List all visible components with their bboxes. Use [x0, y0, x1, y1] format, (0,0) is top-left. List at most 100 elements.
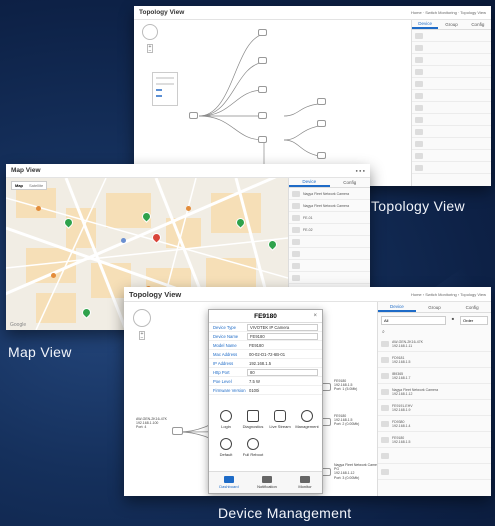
- caption-map-view: Map View: [8, 344, 72, 360]
- topology-small-device-list: [412, 30, 491, 174]
- device-name-field[interactable]: FE9180: [247, 332, 318, 340]
- list-item[interactable]: [412, 114, 491, 126]
- list-item[interactable]: FE9180 192.168.1.5: [378, 432, 491, 448]
- http-port-field[interactable]: 80: [247, 368, 318, 376]
- list-item[interactable]: AW-GEN-2K16-47K 192.168.1.11: [378, 336, 491, 352]
- list-item[interactable]: [412, 150, 491, 162]
- topology-small-root-node[interactable]: [189, 112, 198, 119]
- default-button[interactable]: Default: [213, 438, 239, 457]
- list-item[interactable]: FD9380 192.168.1.4: [378, 416, 491, 432]
- list-item[interactable]: Nagya Fleet Network Camera 192.168.1.12: [378, 384, 491, 400]
- topology-small-breadcrumb: Home · Switch Monitoring · Topology View: [411, 10, 486, 15]
- map-button[interactable]: Map: [12, 182, 26, 189]
- device-type-select[interactable]: VIVOTEK IP Camera: [247, 323, 318, 331]
- firmware-version-value: 0100i: [249, 387, 260, 393]
- tab-group[interactable]: Group: [416, 302, 454, 312]
- list-item[interactable]: [412, 78, 491, 90]
- topology-small-tabs: Device Group Config: [412, 20, 491, 30]
- field-label: Poe Level: [213, 378, 232, 384]
- gear-icon: [301, 410, 313, 422]
- live-stream-button[interactable]: Live Stream: [267, 410, 293, 429]
- list-item[interactable]: Nagya Fleet Network Camera: [289, 200, 370, 212]
- topology-small-node[interactable]: [258, 112, 267, 119]
- topology-small-node[interactable]: [317, 120, 326, 127]
- notification-icon: [262, 476, 272, 483]
- list-item[interactable]: [412, 66, 491, 78]
- tab-config[interactable]: Config: [465, 20, 491, 29]
- field-label: Device Type: [213, 324, 236, 330]
- topology-main-device-list: AW-GEN-2K16-47K 192.168.1.11 FD9181 192.16…: [378, 336, 491, 480]
- sort-select[interactable]: Order: [460, 316, 488, 325]
- full-reboot-button[interactable]: Full Reboot: [240, 438, 266, 457]
- login-icon: [220, 410, 232, 422]
- login-button[interactable]: Login: [213, 410, 239, 429]
- list-item[interactable]: [289, 236, 370, 248]
- list-item[interactable]: [412, 102, 491, 114]
- tools-icon: [247, 410, 259, 422]
- list-item[interactable]: [412, 138, 491, 150]
- tab-config[interactable]: Config: [330, 178, 371, 187]
- node-label: Nagya Fleet Network Camera PG 192.168.1.…: [334, 463, 381, 480]
- field-label: Mac Address: [213, 351, 238, 357]
- topology-small-node[interactable]: [258, 29, 267, 36]
- field-label: Http Port: [213, 369, 230, 375]
- poi-icon: [186, 206, 191, 211]
- list-item[interactable]: [289, 248, 370, 260]
- list-item[interactable]: FD9181 192.168.1.5: [378, 352, 491, 368]
- list-item[interactable]: [412, 42, 491, 54]
- map-title: Map View: [11, 167, 41, 174]
- power-icon: [247, 438, 259, 450]
- device-detail-modal: FE9180 × Device Type VIVOTEK IP Camera De…: [208, 309, 323, 494]
- list-item[interactable]: [289, 272, 370, 284]
- field-label: Firmware Version: [213, 387, 246, 393]
- list-item[interactable]: [412, 30, 491, 42]
- list-item[interactable]: [412, 54, 491, 66]
- topology-small-node[interactable]: [258, 136, 267, 143]
- management-button[interactable]: Management: [294, 410, 320, 429]
- topology-small-title: Topology View: [139, 9, 185, 16]
- list-item[interactable]: [378, 448, 491, 464]
- tab-device[interactable]: Device: [412, 20, 439, 29]
- search-icon[interactable]: ⌕: [378, 328, 491, 336]
- topology-small-node[interactable]: [258, 57, 267, 64]
- caption-topology-view: Topology View: [371, 198, 465, 214]
- tab-device[interactable]: Device: [378, 302, 416, 312]
- topology-small-node[interactable]: [317, 98, 326, 105]
- filter-select[interactable]: All: [381, 316, 446, 325]
- tab-group[interactable]: Group: [438, 20, 464, 29]
- list-item[interactable]: [378, 464, 491, 480]
- tab-config[interactable]: Config: [453, 302, 491, 312]
- list-item[interactable]: FE9191-EHV 192.168.1.9: [378, 400, 491, 416]
- field-label: IP Address: [213, 360, 234, 366]
- poi-icon: [36, 206, 41, 211]
- topology-small-node[interactable]: [317, 152, 326, 159]
- diagnostics-button[interactable]: Diagnostics: [240, 410, 266, 429]
- dashboard-tab[interactable]: Dashboard: [209, 476, 249, 489]
- list-item[interactable]: IB9365 192.168.1.7: [378, 368, 491, 384]
- close-icon[interactable]: ×: [313, 313, 317, 319]
- camera-filter-icon[interactable]: ■: [449, 316, 457, 325]
- monitor-tab[interactable]: Monitor: [285, 476, 325, 489]
- modal-title: FE9180: [254, 312, 277, 320]
- root-node-label: AW-GEN-2K16-47K 192.168.1.100 Port: 4: [136, 417, 167, 430]
- list-item[interactable]: FE-02: [289, 224, 370, 236]
- node-label: FE9180 192.168.1.5 Port: 2 (0.00Mb): [334, 414, 360, 427]
- topology-small-node[interactable]: [258, 86, 267, 93]
- poi-icon: [51, 273, 56, 278]
- tab-device[interactable]: Device: [289, 178, 330, 187]
- node-label: FE9180 192.168.1.5 Port: 1 (5.0Mb): [334, 379, 358, 392]
- list-item[interactable]: [412, 90, 491, 102]
- poi-icon: [121, 238, 126, 243]
- list-item[interactable]: FE-01: [289, 212, 370, 224]
- topology-root-node[interactable]: [172, 427, 183, 435]
- topology-view-screenshot: Topology View Home · Switch Monitoring ·…: [134, 6, 491, 186]
- map-tabs: Device Config: [289, 178, 370, 188]
- satellite-button[interactable]: Satellite: [26, 182, 46, 189]
- modal-footer-tabs: Dashboard Notification Monitor: [209, 471, 322, 493]
- list-item[interactable]: [412, 162, 491, 174]
- list-item[interactable]: [412, 126, 491, 138]
- list-item[interactable]: [289, 260, 370, 272]
- camera-icon: [274, 410, 286, 422]
- list-item[interactable]: Nagya Fleet Network Camera: [289, 188, 370, 200]
- notification-tab[interactable]: Notification: [247, 476, 287, 489]
